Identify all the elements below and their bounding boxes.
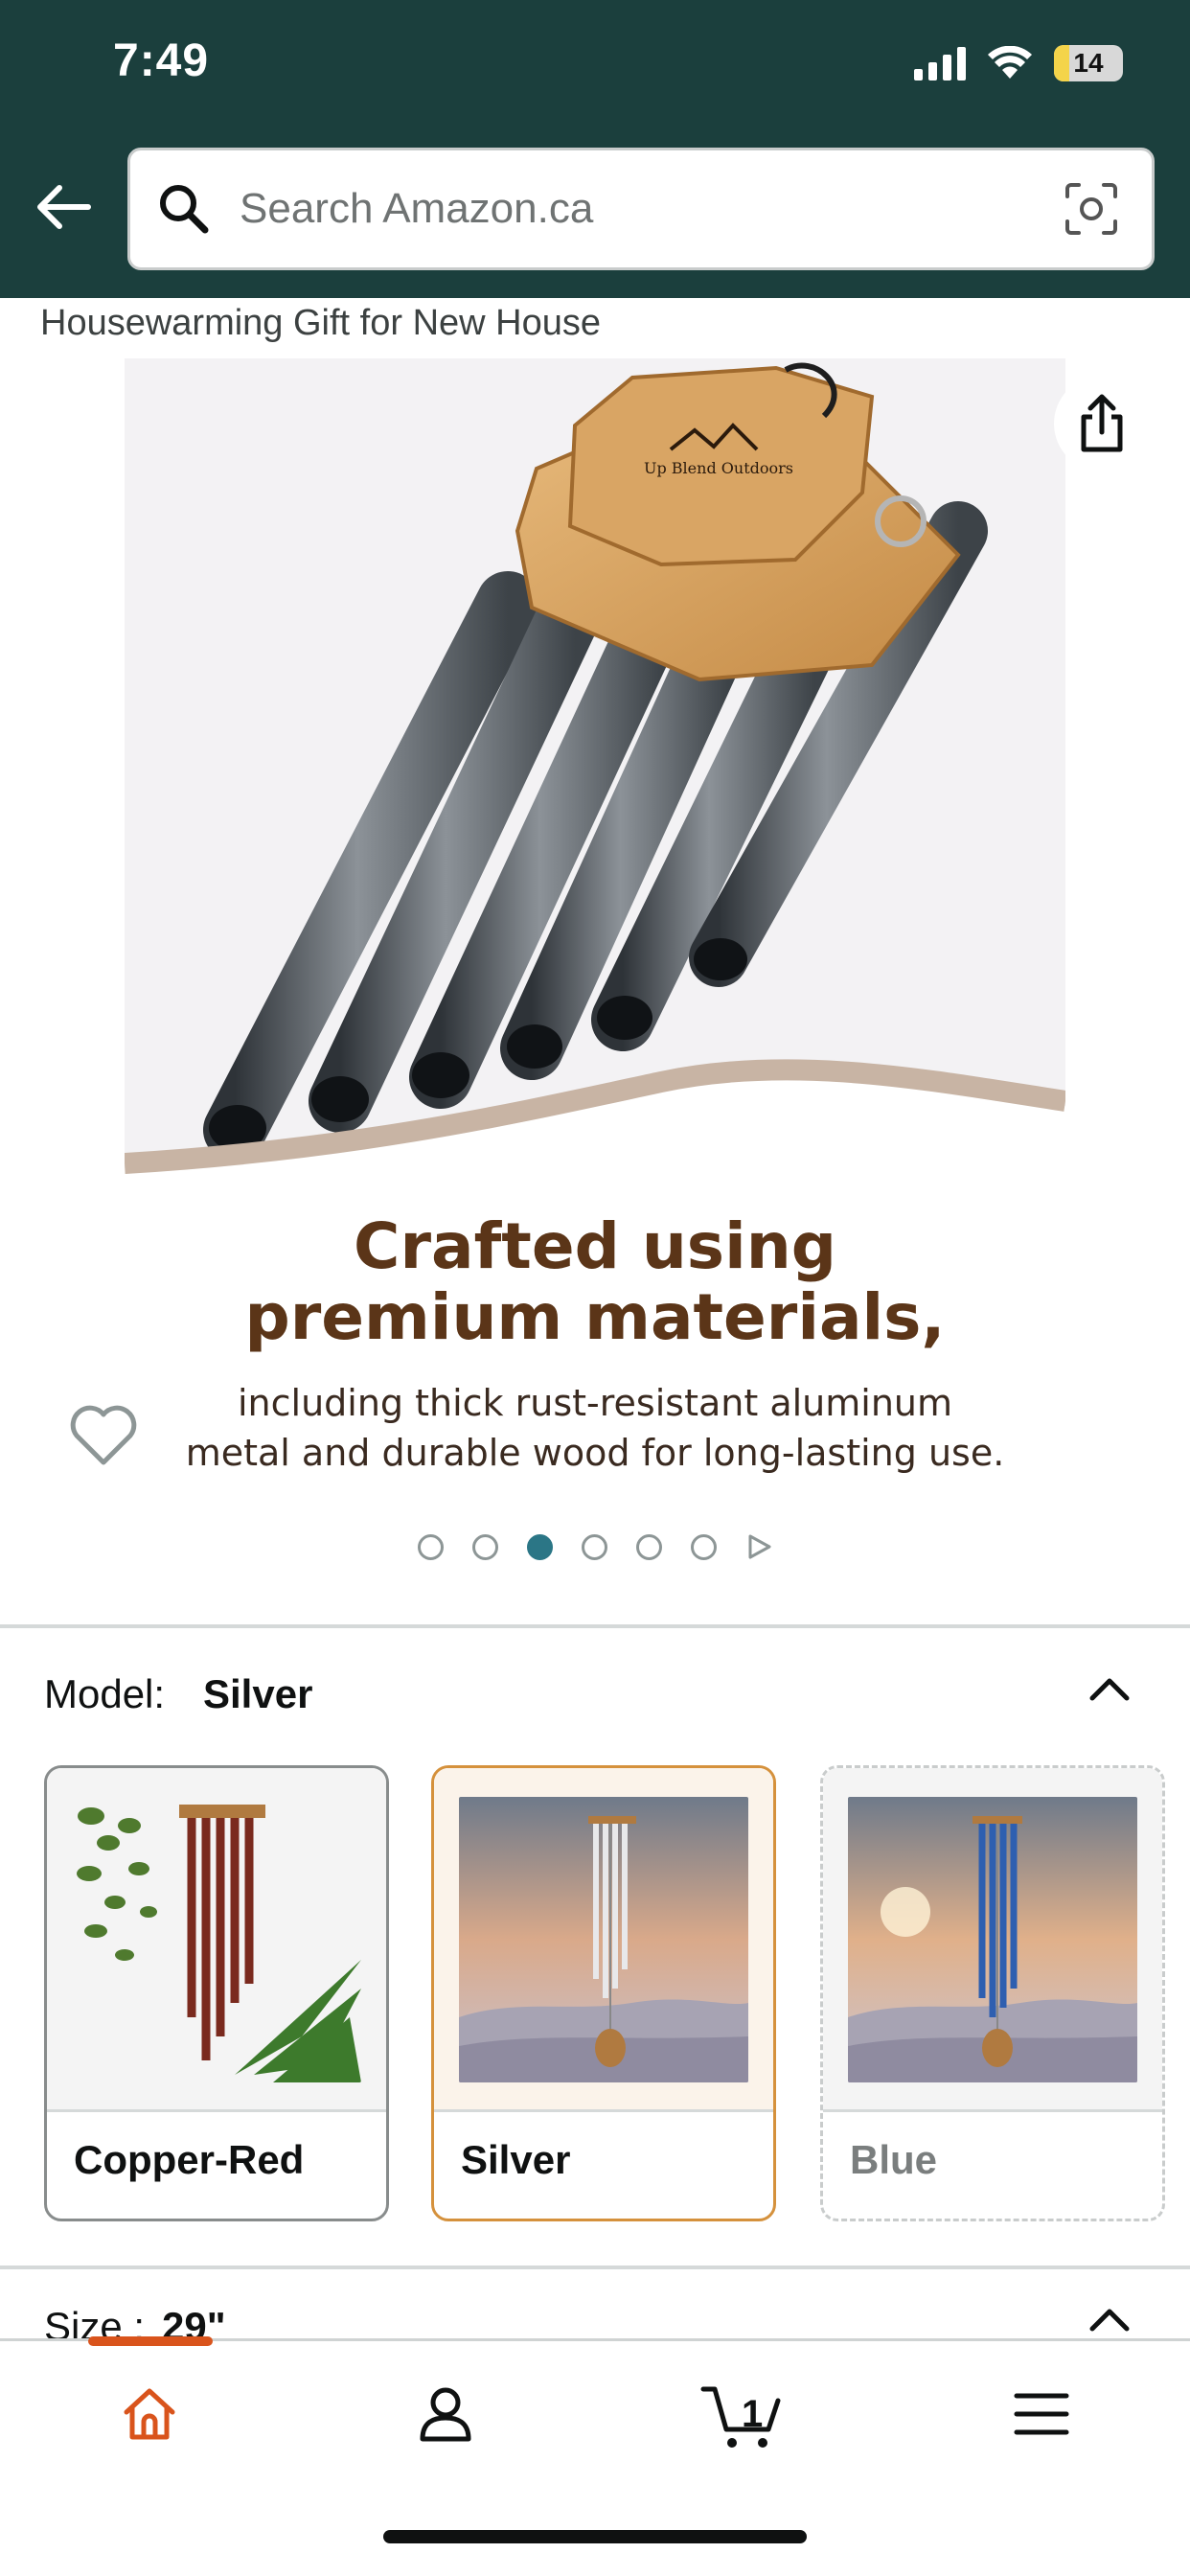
svg-text:Up Blend Outdoors: Up Blend Outdoors — [644, 459, 793, 477]
cart-count-badge: 1 — [742, 2392, 764, 2435]
pagination-dot[interactable] — [691, 1533, 717, 1560]
variant-separator — [823, 2109, 1162, 2112]
image-heading-line2: premium materials, — [244, 1280, 946, 1354]
top-header: 7:49 14 Search Amazon.ca — [0, 0, 1190, 298]
image-pagination — [0, 1533, 1190, 1560]
search-icon — [157, 182, 211, 236]
back-button[interactable] — [34, 178, 92, 236]
pagination-dot-active[interactable] — [527, 1533, 553, 1560]
image-body-line2: metal and durable wood for long-lasting … — [185, 1432, 1005, 1474]
model-selected-value: Silver — [203, 1671, 313, 1716]
wifi-icon — [988, 46, 1032, 79]
back-arrow-icon — [37, 185, 91, 229]
nav-home[interactable] — [106, 2371, 193, 2457]
status-time: 7:49 — [113, 35, 210, 86]
variant-label: Copper-Red — [74, 2137, 305, 2182]
product-title-snippet[interactable]: Housewarming Gift for New House — [40, 303, 601, 344]
model-label: Model: — [44, 1671, 166, 1716]
nav-menu[interactable] — [998, 2371, 1085, 2457]
search-input[interactable]: Search Amazon.ca — [240, 185, 1064, 233]
hamburger-menu-icon — [1014, 2393, 1069, 2435]
user-icon — [420, 2387, 471, 2442]
pagination-dot[interactable] — [472, 1533, 498, 1560]
variant-label: Silver — [461, 2137, 571, 2182]
nav-cart[interactable]: 1 — [699, 2371, 786, 2457]
battery-icon: 14 — [1054, 45, 1123, 81]
variant-separator — [47, 2109, 386, 2112]
battery-percent: 14 — [1073, 48, 1104, 78]
image-heading-line1: Crafted using — [354, 1209, 836, 1283]
section-divider — [0, 2266, 1190, 2269]
heart-icon — [70, 1405, 137, 1465]
wishlist-button[interactable] — [67, 1399, 140, 1472]
copper-chime-image — [72, 1797, 361, 2082]
silver-chime-image — [459, 1797, 748, 2082]
variant-thumbnail — [47, 1768, 386, 2109]
status-icons: 14 — [914, 42, 1123, 84]
share-button[interactable] — [1054, 376, 1150, 472]
section-divider — [0, 1624, 1190, 1628]
variant-silver[interactable]: Silver — [431, 1765, 776, 2221]
nav-account[interactable] — [402, 2371, 489, 2457]
camera-search-icon[interactable] — [1064, 181, 1119, 237]
home-indicator — [383, 2530, 807, 2543]
pagination-dot[interactable] — [636, 1533, 662, 1560]
cellular-signal-icon — [914, 46, 966, 80]
variant-separator — [434, 2109, 773, 2112]
home-icon — [124, 2388, 175, 2440]
search-bar[interactable]: Search Amazon.ca — [127, 148, 1155, 270]
variant-thumbnail — [823, 1768, 1162, 2109]
image-body-line1: including thick rust-resistant aluminum — [237, 1382, 953, 1424]
pagination-dot[interactable] — [418, 1533, 444, 1560]
variant-thumbnail — [434, 1768, 773, 2109]
variant-copper-red[interactable]: Copper-Red — [44, 1765, 389, 2221]
variant-blue[interactable]: Blue — [820, 1765, 1165, 2221]
product-image[interactable]: Up Blend Outdoors — [125, 358, 1065, 1183]
variant-label: Blue — [850, 2137, 938, 2182]
chevron-up-icon[interactable] — [1083, 1662, 1136, 1715]
wind-chime-photo: Up Blend Outdoors — [125, 362, 1065, 1183]
blue-chime-image — [848, 1797, 1137, 2082]
active-tab-indicator — [88, 2336, 213, 2346]
play-video-icon[interactable] — [745, 1533, 772, 1560]
pagination-dot[interactable] — [582, 1533, 607, 1560]
share-icon — [1081, 394, 1123, 452]
